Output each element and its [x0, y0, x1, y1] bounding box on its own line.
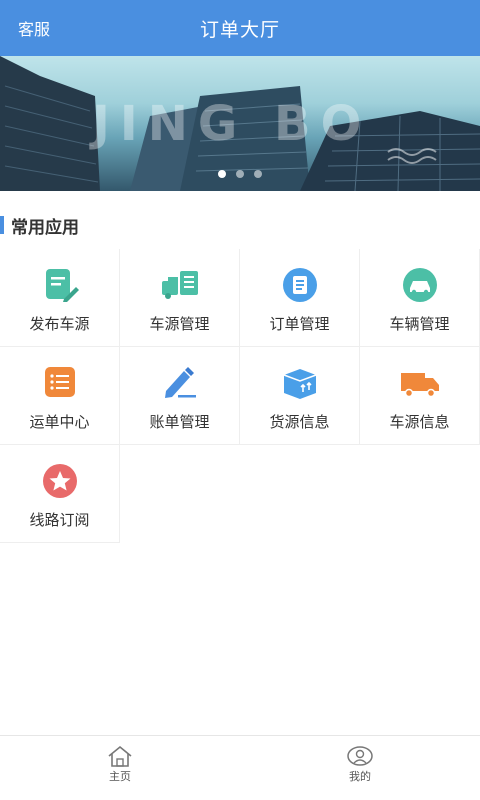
pen-icon [165, 367, 196, 398]
tab-home[interactable]: 主页 [0, 736, 240, 800]
app-label: 运单中心 [29, 413, 90, 431]
banner-watermark: JING BO [92, 96, 372, 152]
app-vehicle-manage[interactable]: 车辆管理 [360, 249, 480, 347]
clipboard-icon [283, 268, 317, 302]
tab-mine[interactable]: 我的 [240, 736, 480, 800]
section-header: 常用应用 [0, 208, 480, 242]
app-label: 线路订阅 [29, 511, 90, 529]
package-icon [283, 369, 317, 399]
edit-document-icon [46, 269, 79, 302]
app-waybill-center[interactable]: 运单中心 [0, 347, 120, 445]
truck-list-icon [162, 271, 198, 299]
star-icon [43, 464, 77, 498]
app-cargo-info[interactable]: 货源信息 [240, 347, 360, 445]
app-bill-manage[interactable]: 账单管理 [120, 347, 240, 445]
app-screen: 客服 订单大厅 JING BO 常用应用 发布车源 车源管理 订单管理 车辆管理… [0, 0, 480, 800]
carousel-dot[interactable] [218, 170, 226, 178]
app-label: 账单管理 [149, 413, 210, 431]
app-vehicle-source-info[interactable]: 车源信息 [360, 347, 480, 445]
app-label: 车源管理 [149, 315, 210, 333]
section-accent-bar [0, 216, 4, 234]
carousel-dot[interactable] [236, 170, 244, 178]
app-label: 订单管理 [269, 315, 330, 333]
app-order-manage[interactable]: 订单管理 [240, 249, 360, 347]
section-title: 常用应用 [11, 218, 79, 238]
banner-carousel[interactable]: JING BO [0, 56, 480, 191]
delivery-truck-icon [401, 373, 439, 398]
app-route-subscribe[interactable]: 线路订阅 [0, 445, 120, 543]
header-bar: 客服 订单大厅 [0, 0, 480, 56]
app-label: 发布车源 [29, 315, 90, 333]
page-title: 订单大厅 [199, 19, 280, 41]
list-icon [45, 367, 75, 397]
bottom-tab-bar: 主页 我的 [0, 735, 480, 800]
app-label: 车辆管理 [389, 315, 450, 333]
tab-label: 我的 [349, 770, 371, 783]
carousel-indicator [0, 163, 480, 182]
app-label: 车源信息 [389, 413, 450, 431]
carousel-dot[interactable] [254, 170, 262, 178]
app-publish-vehicle[interactable]: 发布车源 [0, 249, 120, 347]
tab-label: 主页 [109, 770, 131, 783]
home-icon [108, 745, 132, 767]
app-label: 货源信息 [269, 413, 330, 431]
app-vehicle-source-manage[interactable]: 车源管理 [120, 249, 240, 347]
user-icon [347, 746, 373, 766]
car-icon [403, 268, 437, 302]
